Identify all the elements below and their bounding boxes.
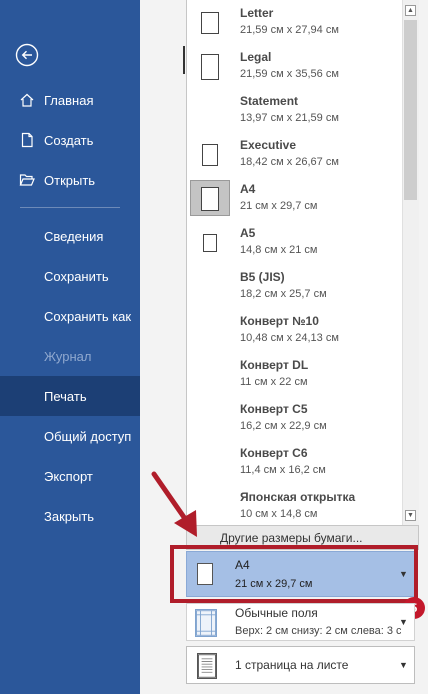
paper-option-name: Японская открытка (240, 490, 356, 504)
paper-option-name: Конверт C6 (240, 446, 308, 460)
nav-close-label: Закрыть (44, 508, 95, 524)
paper-option-dims: 21 см x 29,7 см (240, 200, 318, 212)
paper-option-envelope-c5[interactable]: Конверт C5 16,2 см x 22,9 см (187, 400, 403, 440)
paper-option-name: Конверт DL (240, 358, 309, 372)
nav-home[interactable]: Главная (0, 80, 140, 120)
paper-option-a4[interactable]: A4 21 см x 29,7 см (187, 180, 403, 220)
back-arrow-icon[interactable] (15, 43, 39, 67)
paper-thumb-icon (201, 187, 219, 211)
paper-option-dims: 10 см x 14,8 см (240, 508, 318, 520)
chevron-down-icon: ▼ (399, 617, 408, 627)
margins-select[interactable]: Обычные поля Верх: 2 см снизу: 2 см слев… (186, 603, 415, 641)
paper-option-name: B5 (JIS) (240, 270, 285, 284)
text-cursor (183, 46, 185, 74)
paper-option-dims: 13,97 см x 21,59 см (240, 112, 339, 124)
sidebar-divider (20, 207, 120, 208)
paper-option-name: Конверт C5 (240, 402, 308, 416)
paper-option-envelope-dl[interactable]: Конверт DL 11 см x 22 см (187, 356, 403, 396)
paper-option-name: A5 (240, 226, 256, 240)
pages-per-sheet-label: 1 страница на листе (235, 658, 349, 672)
paper-option-b5-jis[interactable]: B5 (JIS) 18,2 см x 25,7 см (187, 268, 403, 308)
paper-option-dims: 18,42 см x 26,67 см (240, 156, 339, 168)
folder-open-icon (19, 174, 35, 186)
nav-save[interactable]: Сохранить (0, 256, 140, 296)
nav-info[interactable]: Сведения (0, 216, 140, 256)
paper-option-dims: 21,59 см x 35,56 см (240, 68, 339, 80)
nav-history-label: Журнал (44, 348, 92, 364)
nav-export[interactable]: Экспорт (0, 456, 140, 496)
pages-per-sheet-select[interactable]: 1 страница на листе ▼ (186, 646, 415, 684)
paper-option-name: Executive (240, 138, 297, 152)
paper-option-name: Statement (240, 94, 299, 108)
nav-history: Журнал (0, 336, 140, 376)
paper-option-envelope-c6[interactable]: Конверт C6 11,4 см x 16,2 см (187, 444, 403, 484)
nav-save-as-label: Сохранить как (44, 308, 132, 324)
page-lines-icon (197, 653, 217, 679)
nav-new-label: Создать (44, 132, 94, 148)
scroll-down-icon[interactable]: ▼ (405, 510, 416, 521)
paper-thumb-icon (201, 12, 219, 34)
paper-option-dims: 11 см x 22 см (240, 376, 308, 388)
margins-icon (195, 609, 217, 637)
paper-option-dims: 16,2 см x 22,9 см (240, 420, 327, 432)
scroll-up-icon[interactable]: ▲ (405, 5, 416, 16)
paper-option-a5[interactable]: A5 14,8 см x 21 см (187, 224, 403, 264)
scrollbar-thumb[interactable] (404, 20, 417, 200)
nav-export-label: Экспорт (44, 468, 93, 484)
paper-thumb-icon (203, 234, 217, 252)
paper-option-name: Letter (240, 6, 274, 20)
paper-option-executive[interactable]: Executive 18,42 см x 26,67 см (187, 136, 403, 176)
paper-option-legal[interactable]: Legal 21,59 см x 35,56 см (187, 48, 403, 88)
chevron-down-icon: ▼ (399, 660, 408, 670)
paper-option-statement[interactable]: Statement 13,97 см x 21,59 см (187, 92, 403, 132)
paper-option-name: Конверт №10 (240, 314, 319, 328)
nav-share[interactable]: Общий доступ (0, 416, 140, 456)
paper-option-dims: 14,8 см x 21 см (240, 244, 318, 256)
margins-detail: Верх: 2 см снизу: 2 см слева: 3 см справ… (235, 625, 401, 637)
nav-open-label: Открыть (44, 172, 96, 188)
paper-option-envelope-10[interactable]: Конверт №10 10,48 см x 24,13 см (187, 312, 403, 352)
annotation-highlight-frame (170, 545, 418, 603)
paper-option-dims: 21,59 см x 27,94 см (240, 24, 339, 36)
nav-share-label: Общий доступ (44, 428, 132, 444)
nav-print-label: Печать (44, 388, 87, 404)
home-icon (20, 93, 34, 107)
nav-info-label: Сведения (44, 228, 104, 244)
backstage-sidebar: Главная Создать Открыть Сведения Сохрани… (0, 0, 140, 694)
nav-save-label: Сохранить (44, 268, 109, 284)
paper-option-dims: 18,2 см x 25,7 см (240, 288, 327, 300)
paper-thumb-icon (202, 144, 218, 166)
new-doc-icon (21, 132, 33, 148)
paper-option-name: Legal (240, 50, 272, 64)
paper-option-letter[interactable]: Letter 21,59 см x 27,94 см (187, 4, 403, 44)
nav-new[interactable]: Создать (0, 120, 140, 160)
paper-option-dims: 11,4 см x 16,2 см (240, 464, 326, 476)
nav-open[interactable]: Открыть (0, 160, 140, 200)
nav-save-as[interactable]: Сохранить как (0, 296, 140, 336)
nav-home-label: Главная (44, 92, 94, 108)
paper-option-dims: 10,48 см x 24,13 см (240, 332, 339, 344)
nav-print[interactable]: Печать (0, 376, 140, 416)
paper-option-name: A4 (240, 182, 256, 196)
paper-size-dropdown: Letter 21,59 см x 27,94 см Legal 21,59 с… (186, 0, 419, 525)
paper-option-japanese-postcard[interactable]: Японская открытка 10 см x 14,8 см (187, 488, 403, 528)
margins-name: Обычные поля (235, 606, 318, 620)
nav-close[interactable]: Закрыть (0, 496, 140, 536)
paper-thumb-icon (201, 54, 219, 80)
